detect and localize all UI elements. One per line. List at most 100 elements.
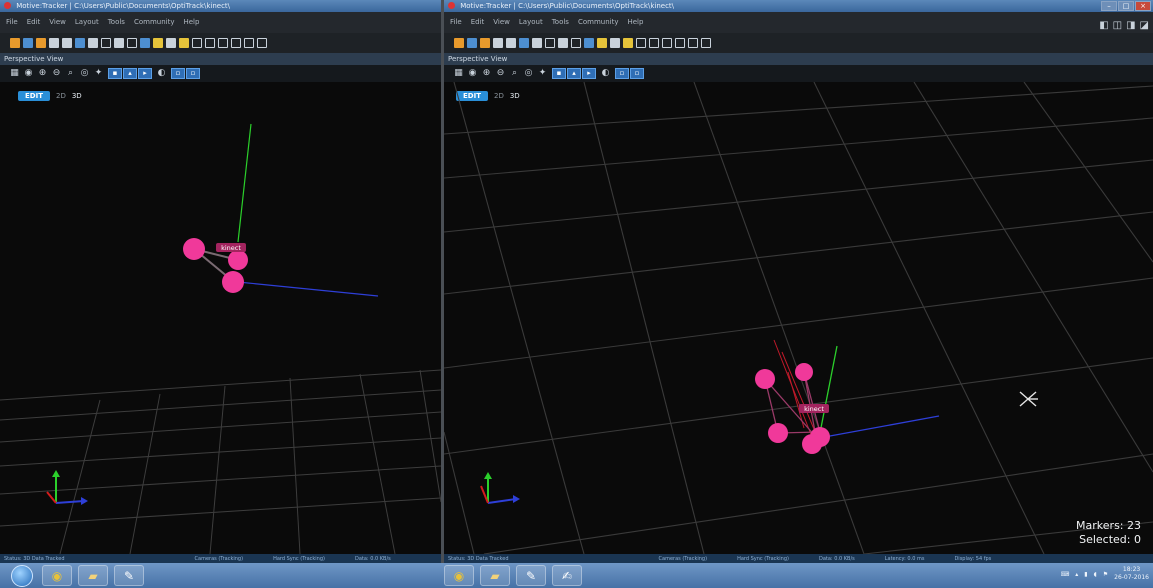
overlay-a-button[interactable]: ▫ xyxy=(171,68,185,79)
menu-layout[interactable]: Layout xyxy=(519,12,543,33)
menu-community[interactable]: Community xyxy=(578,12,619,33)
play-icon[interactable] xyxy=(467,38,477,48)
taskbar-app-paint[interactable]: ✎ xyxy=(114,565,144,586)
menu-tools[interactable]: Tools xyxy=(552,12,569,33)
rotate-mode-button[interactable]: ▸ xyxy=(138,68,152,79)
marker-sphere[interactable] xyxy=(755,369,775,389)
capture-icon[interactable] xyxy=(532,38,542,48)
marker-sphere[interactable] xyxy=(768,423,788,443)
select-mode-button[interactable]: ▪ xyxy=(552,68,566,79)
marker-sphere[interactable] xyxy=(228,250,248,270)
overlay-b-button[interactable]: ▫ xyxy=(186,68,200,79)
rotate-mode-button[interactable]: ▸ xyxy=(582,68,596,79)
flag-icon[interactable]: ⚑ xyxy=(1103,571,1108,578)
marker-sphere[interactable] xyxy=(222,271,244,293)
view6-icon[interactable] xyxy=(701,38,711,48)
dock-split-icon[interactable]: ◫ xyxy=(1113,20,1122,31)
zoom-fit-icon[interactable]: ⌕ xyxy=(510,69,519,78)
marker-sphere[interactable] xyxy=(183,238,205,260)
close-icon[interactable]: × xyxy=(1135,1,1151,11)
menu-view[interactable]: View xyxy=(49,12,66,33)
camera-view-icon[interactable]: ◉ xyxy=(468,69,477,78)
view3-icon[interactable] xyxy=(218,38,228,48)
panel-icon[interactable] xyxy=(127,38,137,48)
taskbar-app-chrome-2[interactable]: ◉ xyxy=(444,565,474,586)
tray-arrow-icon[interactable]: ▴ xyxy=(1075,571,1078,578)
menu-edit[interactable]: Edit xyxy=(471,12,485,33)
move-mode-button[interactable]: ▴ xyxy=(123,68,137,79)
grid-icon[interactable]: ▦ xyxy=(10,69,19,78)
overlay-a-button[interactable]: ▫ xyxy=(615,68,629,79)
capture-icon[interactable] xyxy=(88,38,98,48)
stop-icon[interactable] xyxy=(62,38,72,48)
minimize-icon[interactable]: – xyxy=(1101,1,1117,11)
marker-sphere[interactable] xyxy=(795,363,813,381)
taskbar-app-folder-2[interactable]: ▰ xyxy=(480,565,510,586)
keyboard-icon[interactable]: ⌨ xyxy=(1061,571,1070,578)
filter-icon[interactable] xyxy=(584,38,594,48)
panel-icon[interactable] xyxy=(571,38,581,48)
rigid-body-kinect[interactable]: kinect xyxy=(755,339,940,454)
menu-view[interactable]: View xyxy=(493,12,510,33)
grid-icon[interactable]: ▦ xyxy=(454,69,463,78)
wand-icon[interactable] xyxy=(623,38,633,48)
visibility-icon[interactable]: ◐ xyxy=(601,69,610,78)
record-icon[interactable] xyxy=(480,38,490,48)
taskbar-app-chrome[interactable]: ◉ xyxy=(42,565,72,586)
list-icon[interactable] xyxy=(114,38,124,48)
pivot-icon[interactable]: ✦ xyxy=(538,69,547,78)
view1-icon[interactable] xyxy=(636,38,646,48)
zoom-fit-icon[interactable]: ⌕ xyxy=(66,69,75,78)
marker-tool-icon[interactable] xyxy=(610,38,620,48)
view5-icon[interactable] xyxy=(688,38,698,48)
view3-icon[interactable] xyxy=(662,38,672,48)
menu-tools[interactable]: Tools xyxy=(108,12,125,33)
pivot-icon[interactable]: ✦ xyxy=(94,69,103,78)
wand-icon[interactable] xyxy=(179,38,189,48)
menu-file[interactable]: File xyxy=(6,12,18,33)
layout-icon[interactable] xyxy=(545,38,555,48)
menu-help[interactable]: Help xyxy=(183,12,199,33)
overlay-b-button[interactable]: ▫ xyxy=(630,68,644,79)
right-3d-viewport[interactable]: kinect xyxy=(444,82,1153,554)
snapshot-icon[interactable]: ◎ xyxy=(524,69,533,78)
rigidbody-icon[interactable] xyxy=(153,38,163,48)
dock-tile-icon[interactable]: ◪ xyxy=(1140,20,1149,31)
menu-community[interactable]: Community xyxy=(134,12,175,33)
clock[interactable]: 18:23 26-07-2016 xyxy=(1114,566,1149,582)
rigid-body-kinect[interactable]: kinect xyxy=(183,123,379,297)
taskbar-app-paint-2[interactable]: ✎ xyxy=(516,565,546,586)
open-file-icon[interactable] xyxy=(10,38,20,48)
zoom-in-icon[interactable]: ⊕ xyxy=(482,69,491,78)
taskbar-app-notepad[interactable]: ✍ xyxy=(552,565,582,586)
play-icon[interactable] xyxy=(23,38,33,48)
zoom-out-icon[interactable]: ⊖ xyxy=(496,69,505,78)
select-mode-button[interactable]: ▪ xyxy=(108,68,122,79)
stop-icon[interactable] xyxy=(506,38,516,48)
menu-help[interactable]: Help xyxy=(627,12,643,33)
start-button[interactable] xyxy=(4,564,40,587)
move-mode-button[interactable]: ▴ xyxy=(567,68,581,79)
menu-edit[interactable]: Edit xyxy=(27,12,41,33)
taskbar-app-folder[interactable]: ▰ xyxy=(78,565,108,586)
dock-panel-icon[interactable]: ◨ xyxy=(1126,20,1135,31)
view2-icon[interactable] xyxy=(205,38,215,48)
filter-icon[interactable] xyxy=(140,38,150,48)
dock-layout-icon[interactable]: ◧ xyxy=(1099,20,1108,31)
view6-icon[interactable] xyxy=(257,38,267,48)
view4-icon[interactable] xyxy=(675,38,685,48)
open-file-icon[interactable] xyxy=(454,38,464,48)
zoom-in-icon[interactable]: ⊕ xyxy=(38,69,47,78)
left-3d-viewport[interactable]: kinect xyxy=(0,82,441,554)
menu-layout[interactable]: Layout xyxy=(75,12,99,33)
volume-icon[interactable]: ◖ xyxy=(1094,571,1097,578)
view1-icon[interactable] xyxy=(192,38,202,48)
list-icon[interactable] xyxy=(558,38,568,48)
menu-file[interactable]: File xyxy=(450,12,462,33)
rigidbody-icon[interactable] xyxy=(597,38,607,48)
zoom-out-icon[interactable]: ⊖ xyxy=(52,69,61,78)
camera-view-icon[interactable]: ◉ xyxy=(24,69,33,78)
camera-icon[interactable] xyxy=(75,38,85,48)
network-icon[interactable]: ▮ xyxy=(1084,571,1087,578)
camera-icon[interactable] xyxy=(519,38,529,48)
